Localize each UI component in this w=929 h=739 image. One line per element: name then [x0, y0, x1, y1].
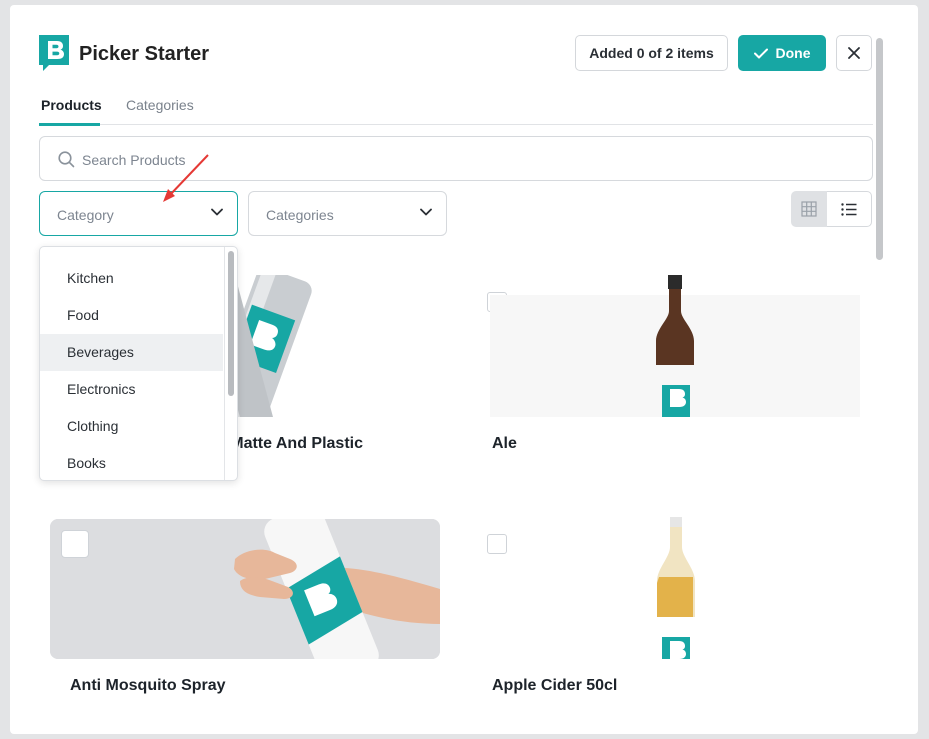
active-tab-indicator [39, 123, 100, 126]
dropdown-option-electronics[interactable]: Electronics [40, 371, 223, 408]
product-name-4[interactable]: Apple Cider 50cl [492, 677, 617, 695]
check-icon [753, 48, 768, 58]
chevron-down-icon [420, 208, 432, 216]
product-checkbox-3[interactable] [61, 530, 89, 558]
bottle-ale-illustration [490, 275, 860, 417]
annotation-arrow-icon [163, 154, 209, 202]
app-title: Picker Starter [79, 43, 210, 65]
bottle-cider-illustration [657, 517, 695, 659]
dropdown-option-books[interactable]: Books [40, 445, 223, 480]
done-label: Done [775, 45, 811, 61]
categories-select[interactable]: Categories [248, 191, 447, 236]
chevron-down-icon [211, 208, 223, 216]
grid-icon [801, 201, 817, 217]
tab-bar: Products Categories [39, 85, 873, 126]
category-select-placeholder: Category [57, 207, 114, 223]
dropdown-scrollbar-thumb[interactable] [228, 251, 234, 396]
list-icon [841, 202, 857, 216]
tab-products[interactable]: Products [41, 97, 102, 113]
dropdown-option-beverages[interactable]: Beverages [40, 334, 223, 371]
close-button[interactable] [836, 35, 872, 71]
done-button[interactable]: Done [738, 35, 826, 71]
dropdown-scrollbar[interactable] [224, 247, 237, 480]
search-icon [58, 151, 75, 168]
dropdown-option-clothing[interactable]: Clothing [40, 408, 223, 445]
dropdown-option-food[interactable]: Food [40, 297, 223, 334]
mosquito-spray-illustration [50, 519, 440, 659]
list-view-toggle[interactable] [827, 191, 872, 227]
brand-logo-icon [39, 35, 69, 71]
category-dropdown-menu: Kitchen Food Beverages Electronics Cloth… [39, 246, 238, 481]
modal-scrollbar-thumb[interactable] [876, 38, 883, 260]
product-name-2[interactable]: Ale [492, 435, 517, 453]
product-image-4[interactable] [490, 517, 860, 659]
picker-modal: Picker Starter Added 0 of 2 items Done P… [10, 5, 918, 734]
product-image-3[interactable] [50, 519, 440, 659]
categories-select-placeholder: Categories [266, 207, 334, 223]
tab-categories[interactable]: Categories [126, 97, 194, 113]
grid-view-toggle[interactable] [791, 191, 827, 227]
product-name-3[interactable]: Anti Mosquito Spray [70, 677, 226, 695]
dropdown-option-kitchen[interactable]: Kitchen [40, 260, 223, 297]
close-icon [848, 47, 860, 59]
product-image-2[interactable] [490, 275, 860, 417]
added-items-button[interactable]: Added 0 of 2 items [575, 35, 728, 71]
